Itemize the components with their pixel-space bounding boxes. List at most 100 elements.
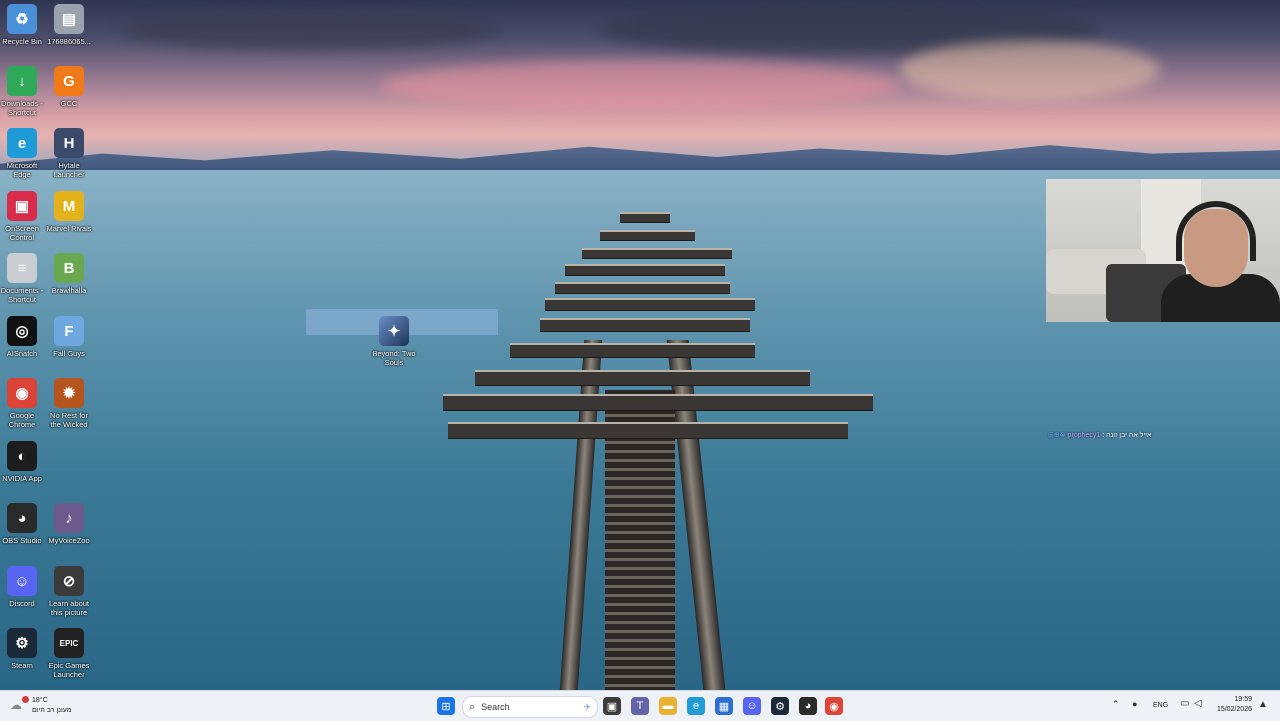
file-explorer-button[interactable]: ▬ bbox=[659, 697, 677, 715]
desktop-icon[interactable]: ♪ MyVoiceZoo bbox=[47, 503, 91, 545]
desktop-icon[interactable]: G GCC bbox=[47, 66, 91, 108]
desktop-icon-label: Epic Games Launcher bbox=[48, 661, 90, 679]
desktop-icon-label: Brawlhalla bbox=[51, 286, 87, 295]
pier-plank bbox=[582, 248, 732, 259]
search-placeholder: Search bbox=[481, 702, 510, 712]
store-button[interactable]: ▦ bbox=[715, 697, 733, 715]
desktop-icon[interactable]: e Microsoft Edge bbox=[0, 128, 44, 179]
wallpaper-cloud bbox=[120, 10, 500, 50]
nvidia-icon: ◐ bbox=[7, 441, 37, 471]
desktop-icon[interactable]: B Brawlhalla bbox=[47, 253, 91, 295]
hytale-icon: H bbox=[54, 128, 84, 158]
desktop-icon[interactable]: ◉ Google Chrome bbox=[0, 378, 44, 429]
clock-date[interactable]: 15/02/2026 bbox=[1212, 706, 1252, 713]
desktop-icon-label: Discord bbox=[9, 599, 35, 608]
documents-folder-icon: ≡ bbox=[7, 253, 37, 283]
discord-icon: ☺ bbox=[7, 566, 37, 596]
steam-icon: ⚙ bbox=[775, 700, 785, 713]
taskbar-search-box[interactable]: ⌕ Search ✈ bbox=[462, 696, 598, 718]
teams-button[interactable]: T bbox=[631, 697, 649, 715]
desktop-icon[interactable]: ◕ OBS Studio bbox=[0, 503, 44, 545]
desktop-icon[interactable]: ⚙ Steam bbox=[0, 628, 44, 670]
downloads-folder-icon: ↓ bbox=[7, 66, 37, 96]
network-icon[interactable]: ▭ bbox=[1180, 698, 1189, 709]
brawlhalla-icon: B bbox=[54, 253, 84, 283]
desktop-icon[interactable]: ♻ Recycle Bin bbox=[0, 4, 44, 46]
desktop-icon[interactable]: F Fall Guys bbox=[47, 316, 91, 358]
pier-plank bbox=[555, 282, 730, 294]
file-icon: ▤ bbox=[54, 4, 84, 34]
beyond-two-souls-icon: ✦ bbox=[379, 316, 409, 346]
obs-icon: ◕ bbox=[7, 503, 37, 533]
desktop-icon-label: Marvel Rivals bbox=[46, 224, 92, 233]
desktop-icon[interactable]: ≡ Documents - Shortcut bbox=[0, 253, 44, 304]
start-button[interactable]: ⊞ bbox=[437, 697, 455, 715]
chat-username: prophecy1 bbox=[1067, 432, 1101, 439]
desktop-icon-label: Microsoft Edge bbox=[6, 161, 38, 179]
no-rest-icon: ✹ bbox=[54, 378, 84, 408]
epic-games-icon: EPIC bbox=[54, 628, 84, 658]
desktop-icon-label: NVIDIA App bbox=[2, 474, 42, 483]
microphone-icon[interactable]: ● bbox=[1132, 699, 1137, 709]
desktop-icon-label: AISnatch bbox=[6, 349, 38, 358]
chrome-taskbar-button[interactable]: ◉ bbox=[825, 697, 843, 715]
chat-text: : אייל אה יבן זונה bbox=[1102, 432, 1152, 439]
aisnatch-icon: ◎ bbox=[7, 316, 37, 346]
desktop-icon-label: OnScreen Control bbox=[5, 224, 39, 242]
folder-icon: ▬ bbox=[662, 700, 674, 712]
weather-cloud-icon: ☁ bbox=[10, 698, 22, 712]
discord-taskbar-button[interactable]: ☺ bbox=[743, 697, 761, 715]
pier-plank bbox=[620, 212, 670, 223]
obs-taskbar-button[interactable]: ◕ bbox=[799, 697, 817, 715]
edge-icon: e bbox=[7, 128, 37, 158]
desktop-icon-label: Fall Guys bbox=[53, 349, 85, 358]
fall-guys-icon: F bbox=[54, 316, 84, 346]
desktop-icon[interactable]: ↓ Downloads - Shortcut bbox=[0, 66, 44, 117]
desktop-icon[interactable]: ▣ OnScreen Control bbox=[0, 191, 44, 242]
wallpaper-cloud bbox=[900, 40, 1160, 100]
clock-time[interactable]: 19:59 bbox=[1222, 696, 1252, 703]
desktop-icon[interactable]: ⊘ Learn about this picture bbox=[47, 566, 91, 617]
pier-plank bbox=[510, 343, 755, 358]
weather-widget[interactable]: ☁ 18°C מעונן רב היום bbox=[6, 694, 86, 718]
steam-taskbar-button[interactable]: ⚙ bbox=[771, 697, 789, 715]
search-icon: ⌕ bbox=[469, 700, 476, 713]
desktop-icon[interactable]: EPIC Epic Games Launcher bbox=[47, 628, 91, 679]
webcam-overlay bbox=[1046, 179, 1280, 322]
volume-icon[interactable]: ◁ bbox=[1194, 698, 1202, 709]
desktop-icon-label: Beyond: Two Souls bbox=[372, 349, 416, 367]
pier-plank bbox=[565, 264, 725, 276]
desktop-icon[interactable]: ◐ NVIDIA App bbox=[0, 441, 44, 483]
pier-plank bbox=[600, 230, 695, 241]
gcc-icon: G bbox=[54, 66, 84, 96]
steam-icon: ⚙ bbox=[7, 628, 37, 658]
desktop-icon[interactable]: M Marvel Rivals bbox=[46, 191, 92, 233]
language-indicator[interactable]: ENG bbox=[1153, 702, 1168, 709]
desktop-icon[interactable]: ▤ 176886065... bbox=[47, 4, 91, 46]
recycle-bin-icon: ♻ bbox=[7, 4, 37, 34]
notification-bell-icon[interactable]: ▲ bbox=[1258, 699, 1268, 710]
desktop-icon-label: 176886065... bbox=[47, 37, 91, 46]
desktop-icon-label: No Rest for the Wicked bbox=[50, 411, 88, 429]
taskbar: ☁ 18°C מעונן רב היום ⌕ Search ✈ ⊞ ▣ T ▬ e ▦ ☺ ⚙… bbox=[0, 690, 1280, 721]
task-view-icon: ▣ bbox=[606, 700, 618, 713]
edge-taskbar-button[interactable]: e bbox=[687, 697, 705, 715]
desktop-icon[interactable]: ☺ Discord bbox=[0, 566, 44, 608]
myvoicezoo-icon: ♪ bbox=[54, 503, 84, 533]
desktop-icon[interactable]: ✹ No Rest for the Wicked bbox=[47, 378, 91, 429]
weather-alert-badge bbox=[22, 696, 29, 703]
teams-icon: T bbox=[636, 700, 644, 712]
desktop-icon-label: Documents - Shortcut bbox=[0, 286, 44, 304]
chrome-icon: ◉ bbox=[7, 378, 37, 408]
pier-plank bbox=[448, 422, 848, 439]
desktop-icon-beyond-two-souls[interactable]: ✦ Beyond: Two Souls bbox=[372, 316, 416, 367]
desktop-icon[interactable]: ◎ AISnatch bbox=[0, 316, 44, 358]
chat-badge-icon: ⊞⊕⊗ bbox=[1048, 432, 1068, 439]
pier-plank bbox=[475, 370, 810, 386]
store-icon: ▦ bbox=[718, 700, 730, 713]
stream-chat-message: ⊞⊕⊗ prophecy1 : אייל אה יבן זונה bbox=[1048, 431, 1151, 439]
task-view-button[interactable]: ▣ bbox=[603, 697, 621, 715]
desktop-icon-label: Downloads - Shortcut bbox=[1, 99, 43, 117]
desktop-icon[interactable]: H Hytale Launcher bbox=[47, 128, 91, 179]
chevron-up-icon[interactable]: ⌃ bbox=[1112, 699, 1120, 710]
